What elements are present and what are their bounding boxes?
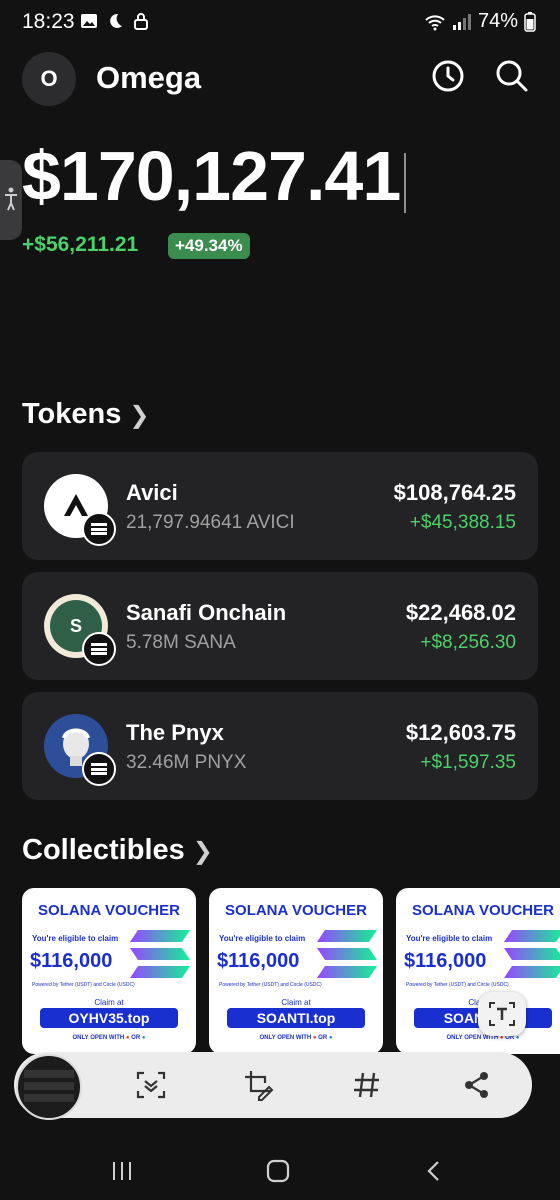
crop-edit-button[interactable] xyxy=(240,1066,278,1104)
token-value: $108,764.25 xyxy=(393,480,516,505)
voucher-amount: $116,000 xyxy=(404,950,487,972)
search-icon[interactable] xyxy=(494,58,530,94)
voucher-url: OYHV35.top xyxy=(40,1008,178,1028)
chevron-right-icon: ❯ xyxy=(192,838,213,865)
token-value: $22,468.02 xyxy=(405,600,516,625)
token-row-pnyx[interactable]: The Pnyx 32.46M PNYX $12,603.75 +$1,597.… xyxy=(22,692,538,800)
voucher-url: SOANTI.top xyxy=(227,1008,365,1028)
solana-badge-icon xyxy=(82,752,116,786)
tokens-title: Tokens xyxy=(22,398,122,430)
share-icon xyxy=(465,1072,488,1098)
wallet-avatar[interactable]: O xyxy=(22,52,76,106)
solana-logo-icon xyxy=(130,930,190,978)
total-balance: $170,127.41 xyxy=(22,137,401,215)
wifi-call-icon xyxy=(425,14,445,30)
collectibles-title: Collectibles xyxy=(22,834,185,866)
chevron-right-icon: ❯ xyxy=(129,402,150,429)
voucher-only-open: ONLY OPEN WITH ● OR ● xyxy=(72,1035,146,1041)
signal-icon xyxy=(452,13,471,30)
history-icon[interactable] xyxy=(430,58,466,94)
token-amount: 21,797.94641 AVICI xyxy=(126,512,295,533)
balance-scroll-indicator xyxy=(404,153,406,213)
status-system-icons: 74% xyxy=(424,10,536,33)
collectible-card[interactable]: SOLANA VOUCHER You're eligible to claim … xyxy=(209,888,383,1054)
voucher-powered: Powered by Tether (USDT) and Circle (USD… xyxy=(32,982,135,988)
solana-logo-icon xyxy=(317,930,377,978)
screenshot-toolbar xyxy=(14,1052,532,1120)
safari-icon: ● xyxy=(328,1035,333,1041)
accessibility-icon xyxy=(5,187,17,211)
balance-change-badge: +49.34% xyxy=(168,233,250,259)
voucher-title: SOLANA VOUCHER xyxy=(225,902,367,919)
safari-icon: ● xyxy=(141,1035,146,1041)
token-amount: 32.46M PNYX xyxy=(126,752,247,773)
battery-percent: 74% xyxy=(477,10,518,32)
voucher-title: SOLANA VOUCHER xyxy=(412,902,554,919)
text-scan-icon xyxy=(489,1002,515,1026)
accessibility-tab[interactable] xyxy=(0,160,22,240)
voucher-eligible: You're eligible to claim xyxy=(32,934,119,943)
token-gain: +$8,256.30 xyxy=(420,632,516,653)
chrome-icon: ● xyxy=(125,1035,130,1041)
recents-icon xyxy=(113,1162,131,1180)
token-value: $12,603.75 xyxy=(405,720,516,745)
recents-button[interactable] xyxy=(102,1154,142,1188)
home-button[interactable] xyxy=(258,1154,298,1188)
back-icon xyxy=(427,1161,439,1181)
solana-badge-icon xyxy=(82,512,116,546)
wallet-name[interactable]: Omega xyxy=(96,60,201,96)
token-gain: +$45,388.15 xyxy=(409,512,516,533)
crop-edit-icon xyxy=(245,1071,274,1101)
token-gain: +$1,597.35 xyxy=(420,752,516,773)
token-row-avici[interactable]: Avici 21,797.94641 AVICI $108,764.25 +$4… xyxy=(22,452,538,560)
token-row-sanafi[interactable]: S Sanafi Onchain 5.78M SANA $22,468.02 +… xyxy=(22,572,538,680)
chrome-icon: ● xyxy=(312,1035,317,1041)
solana-badge-icon xyxy=(82,632,116,666)
voucher-only-open: ONLY OPEN WITH ● OR ● xyxy=(446,1035,520,1041)
hashtag-icon xyxy=(354,1072,379,1098)
battery-icon xyxy=(524,11,536,32)
token-name: The Pnyx xyxy=(126,720,224,745)
voucher-amount: $116,000 xyxy=(30,950,113,972)
share-button[interactable] xyxy=(458,1066,496,1104)
token-name: Sanafi Onchain xyxy=(126,600,287,625)
status-time: 18:23 xyxy=(22,10,75,33)
status-notification-icons xyxy=(80,12,150,30)
home-icon xyxy=(266,1159,290,1183)
tokens-section-header[interactable]: Tokens ❯ xyxy=(22,398,150,431)
image-icon xyxy=(81,14,97,28)
voucher-only-open: ONLY OPEN WITH ● OR ● xyxy=(259,1035,333,1041)
voucher-eligible: You're eligible to claim xyxy=(406,934,493,943)
back-button[interactable] xyxy=(414,1154,454,1188)
voucher-amount: $116,000 xyxy=(217,950,300,972)
token-amount: 5.78M SANA xyxy=(126,632,236,653)
lock-icon xyxy=(134,13,148,30)
token-name: Avici xyxy=(126,480,178,505)
safari-icon: ● xyxy=(515,1035,520,1041)
voucher-title: SOLANA VOUCHER xyxy=(38,902,180,919)
solana-logo-icon xyxy=(504,930,560,978)
collectible-card[interactable]: SOLANA VOUCHER You're eligible to claim … xyxy=(396,888,560,1054)
scroll-capture-button[interactable] xyxy=(132,1066,170,1104)
status-bar: 18:23 74% xyxy=(0,0,560,44)
system-nav-bar xyxy=(0,1140,560,1200)
balance-change: +$56,211.21 xyxy=(22,233,139,256)
screenshot-thumbnail[interactable] xyxy=(16,1054,82,1120)
scroll-capture-icon xyxy=(136,1071,166,1099)
voucher-claim-label: Claim at xyxy=(281,998,311,1007)
voucher-powered: Powered by Tether (USDT) and Circle (USD… xyxy=(406,982,509,988)
voucher-eligible: You're eligible to claim xyxy=(219,934,306,943)
collectible-card[interactable]: SOLANA VOUCHER You're eligible to claim … xyxy=(22,888,196,1054)
moon-icon xyxy=(110,13,122,28)
extract-text-button[interactable] xyxy=(478,992,526,1036)
hashtag-button[interactable] xyxy=(348,1066,386,1104)
collectibles-section-header[interactable]: Collectibles ❯ xyxy=(22,834,213,867)
voucher-claim-label: Claim at xyxy=(94,998,124,1007)
voucher-powered: Powered by Tether (USDT) and Circle (USD… xyxy=(219,982,322,988)
